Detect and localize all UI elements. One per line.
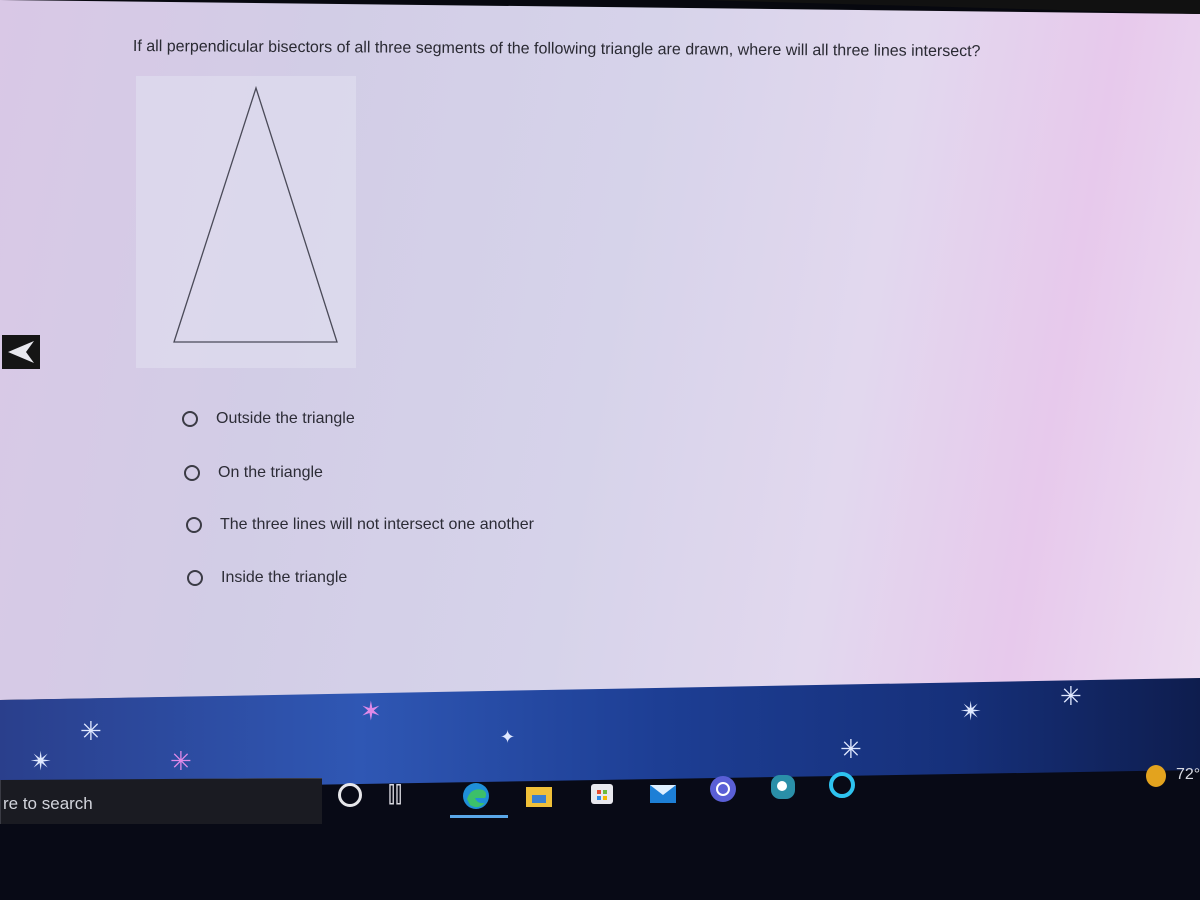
option-label: Inside the triangle — [221, 569, 348, 586]
sparkle-icon: ✴ — [30, 746, 52, 776]
radio-button[interactable] — [187, 570, 203, 586]
option-label: The three lines will not intersect one a… — [220, 516, 534, 533]
option-on[interactable]: On the triangle — [184, 464, 323, 482]
microsoft-store-icon[interactable] — [587, 778, 617, 808]
app-icon[interactable] — [708, 774, 738, 804]
sparkle-icon: ✳ — [840, 734, 862, 764]
option-label: On the triangle — [218, 464, 323, 481]
sparkle-icon: ✳ — [80, 716, 102, 746]
radio-button[interactable] — [184, 465, 200, 481]
option-label: Outside the triangle — [216, 410, 355, 427]
sparkle-icon: ✦ — [500, 727, 516, 747]
taskbar-search-box[interactable]: re to search — [0, 778, 322, 824]
back-button[interactable] — [2, 335, 40, 369]
edge-icon[interactable] — [461, 781, 491, 811]
option-inside[interactable]: Inside the triangle — [187, 569, 347, 587]
file-explorer-icon[interactable] — [524, 781, 554, 811]
mail-icon[interactable] — [648, 777, 678, 807]
option-outside[interactable]: Outside the triangle — [182, 410, 355, 428]
sparkle-icon: ✶ — [360, 696, 382, 726]
radio-button[interactable] — [186, 517, 202, 533]
search-app-icon[interactable] — [768, 772, 798, 802]
option-not-intersect[interactable]: The three lines will not intersect one a… — [186, 516, 534, 534]
weather-temperature[interactable]: 72° — [1176, 766, 1200, 784]
sparkle-icon: ✴ — [960, 696, 982, 726]
task-view-icon[interactable]: ⫿⫿ — [388, 783, 418, 813]
alexa-icon[interactable] — [827, 770, 857, 800]
radio-button[interactable] — [182, 411, 198, 427]
sparkle-icon: ✳ — [170, 746, 192, 776]
sparkle-icon: ✳ — [1060, 681, 1082, 711]
search-placeholder: re to search — [3, 794, 93, 813]
triangle-icon — [173, 85, 338, 343]
triangle-figure — [136, 76, 356, 368]
weather-sun-icon[interactable] — [1146, 765, 1166, 787]
cortana-icon[interactable] — [338, 783, 362, 807]
active-app-indicator — [450, 815, 508, 818]
back-arrow-icon — [8, 341, 34, 363]
